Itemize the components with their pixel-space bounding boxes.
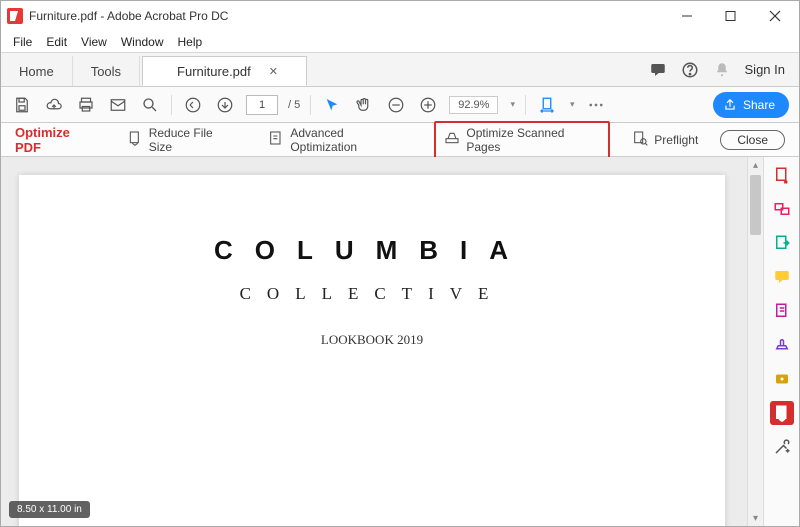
export-pdf-icon[interactable] bbox=[770, 231, 794, 255]
next-page-icon[interactable] bbox=[214, 94, 236, 116]
document-heading: COLUMBIA bbox=[19, 235, 725, 266]
hand-tool-icon[interactable] bbox=[353, 94, 375, 116]
page-number-input[interactable] bbox=[246, 95, 278, 115]
fit-dropdown-icon[interactable]: ▾ bbox=[570, 99, 575, 110]
zoom-dropdown-icon[interactable]: ▾ bbox=[510, 99, 515, 110]
menu-edit[interactable]: Edit bbox=[40, 33, 73, 51]
create-pdf-icon[interactable] bbox=[770, 163, 794, 187]
scroll-down-icon[interactable]: ▾ bbox=[748, 510, 763, 526]
menubar: File Edit View Window Help bbox=[1, 31, 799, 53]
window-title: Furniture.pdf - Adobe Acrobat Pro DC bbox=[29, 9, 228, 23]
save-icon[interactable] bbox=[11, 94, 33, 116]
sign-in-button[interactable]: Sign In bbox=[745, 62, 785, 77]
menu-view[interactable]: View bbox=[75, 33, 113, 51]
document-lookbook: LOOKBOOK 2019 bbox=[19, 332, 725, 348]
zoom-out-icon[interactable] bbox=[385, 94, 407, 116]
optimize-bar: Optimize PDF Reduce File Size Advanced O… bbox=[1, 123, 799, 157]
search-icon[interactable] bbox=[139, 94, 161, 116]
zoom-in-icon[interactable] bbox=[417, 94, 439, 116]
pdf-page: COLUMBIA COLLECTIVE LOOKBOOK 2019 INSPIR… bbox=[19, 175, 725, 526]
close-optimize-button[interactable]: Close bbox=[720, 130, 785, 150]
vertical-scrollbar[interactable]: ▴ ▾ bbox=[747, 157, 763, 526]
more-tools-icon[interactable] bbox=[585, 94, 607, 116]
reduce-file-size-button[interactable]: Reduce File Size bbox=[119, 123, 247, 157]
menu-file[interactable]: File bbox=[7, 33, 38, 51]
scanner-icon bbox=[444, 130, 460, 149]
reduce-file-size-icon bbox=[127, 130, 143, 149]
advanced-optimization-button[interactable]: Advanced Optimization bbox=[260, 123, 420, 157]
tab-home[interactable]: Home bbox=[1, 56, 73, 86]
optimize-pdf-icon[interactable] bbox=[770, 401, 794, 425]
optimize-title: Optimize PDF bbox=[15, 125, 99, 155]
content-area: COLUMBIA COLLECTIVE LOOKBOOK 2019 INSPIR… bbox=[1, 157, 799, 526]
optimize-scanned-pages-button[interactable]: Optimize Scanned Pages bbox=[434, 121, 610, 159]
stamp-icon[interactable] bbox=[770, 333, 794, 357]
menu-window[interactable]: Window bbox=[115, 33, 170, 51]
toolbar: / 5 92.9% ▾ ▾ Share bbox=[1, 87, 799, 123]
help-icon[interactable] bbox=[681, 61, 699, 79]
app-window: Furniture.pdf - Adobe Acrobat Pro DC Fil… bbox=[0, 0, 800, 527]
prev-page-icon[interactable] bbox=[182, 94, 204, 116]
close-tab-icon[interactable]: ✕ bbox=[269, 65, 278, 78]
preflight-icon bbox=[632, 130, 648, 149]
chat-icon[interactable] bbox=[649, 61, 667, 79]
page-total-label: / 5 bbox=[288, 99, 300, 111]
mail-icon[interactable] bbox=[107, 94, 129, 116]
zoom-value[interactable]: 92.9% bbox=[449, 96, 498, 114]
tab-document-label: Furniture.pdf bbox=[177, 64, 251, 79]
document-subheading: COLLECTIVE bbox=[19, 284, 725, 304]
right-tools-panel bbox=[763, 157, 799, 526]
tab-tools[interactable]: Tools bbox=[73, 56, 140, 86]
tab-row: Home Tools Furniture.pdf ✕ Sign In bbox=[1, 53, 799, 87]
combine-files-icon[interactable] bbox=[770, 197, 794, 221]
close-window-button[interactable] bbox=[753, 2, 797, 30]
menu-help[interactable]: Help bbox=[172, 33, 209, 51]
comment-icon[interactable] bbox=[770, 265, 794, 289]
bell-icon[interactable] bbox=[713, 61, 731, 79]
scroll-up-icon[interactable]: ▴ bbox=[748, 157, 763, 173]
titlebar: Furniture.pdf - Adobe Acrobat Pro DC bbox=[1, 1, 799, 31]
share-button[interactable]: Share bbox=[713, 92, 789, 118]
cloud-icon[interactable] bbox=[43, 94, 65, 116]
advanced-optimization-icon bbox=[268, 130, 284, 149]
fit-width-icon[interactable] bbox=[536, 94, 558, 116]
scroll-thumb[interactable] bbox=[750, 175, 761, 235]
select-tool-icon[interactable] bbox=[321, 94, 343, 116]
minimize-button[interactable] bbox=[665, 2, 709, 30]
print-icon[interactable] bbox=[75, 94, 97, 116]
app-icon bbox=[7, 8, 23, 24]
maximize-button[interactable] bbox=[709, 2, 753, 30]
page-dimensions-badge: 8.50 x 11.00 in bbox=[9, 501, 90, 518]
tab-document[interactable]: Furniture.pdf ✕ bbox=[142, 56, 307, 86]
share-button-label: Share bbox=[743, 98, 775, 112]
more-tools-panel-icon[interactable] bbox=[770, 435, 794, 459]
organize-pages-icon[interactable] bbox=[770, 299, 794, 323]
protect-icon[interactable] bbox=[770, 367, 794, 391]
document-viewer[interactable]: COLUMBIA COLLECTIVE LOOKBOOK 2019 INSPIR… bbox=[1, 157, 747, 526]
preflight-button[interactable]: Preflight bbox=[624, 127, 706, 152]
